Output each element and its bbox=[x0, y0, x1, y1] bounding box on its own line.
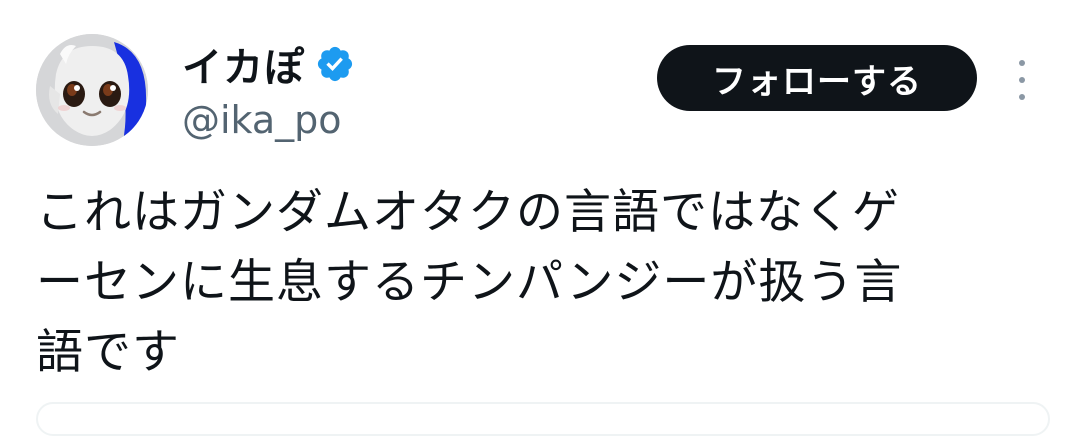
follow-button[interactable]: フォローする bbox=[657, 45, 977, 111]
more-dot bbox=[1019, 60, 1025, 66]
display-name[interactable]: イカぽ bbox=[182, 35, 305, 93]
tweet-text-line: これはガンダムオタクの言語ではなくゲ bbox=[36, 185, 900, 240]
tweet-text-line: ーセンに生息するチンパンジーが扱う言 bbox=[36, 255, 903, 310]
display-name-row: イカぽ bbox=[182, 36, 355, 92]
tweet-text: これはガンダムオタクの言語ではなくゲ ーセンに生息するチンパンジーが扱う言 語で… bbox=[36, 178, 1046, 388]
tweet-header: イカぽ @ika_po フォローする bbox=[36, 32, 1046, 152]
more-dot bbox=[1019, 94, 1025, 100]
user-names: イカぽ @ika_po bbox=[182, 36, 355, 142]
tweet-text-line: 語です bbox=[36, 325, 180, 380]
avatar-character-icon bbox=[36, 34, 148, 146]
more-dot bbox=[1019, 77, 1025, 83]
verified-badge-icon[interactable] bbox=[315, 44, 355, 84]
user-handle[interactable]: @ika_po bbox=[182, 98, 355, 142]
avatar[interactable] bbox=[36, 34, 148, 146]
media-card[interactable] bbox=[36, 402, 1050, 436]
more-vertical-icon[interactable] bbox=[1010, 60, 1034, 100]
